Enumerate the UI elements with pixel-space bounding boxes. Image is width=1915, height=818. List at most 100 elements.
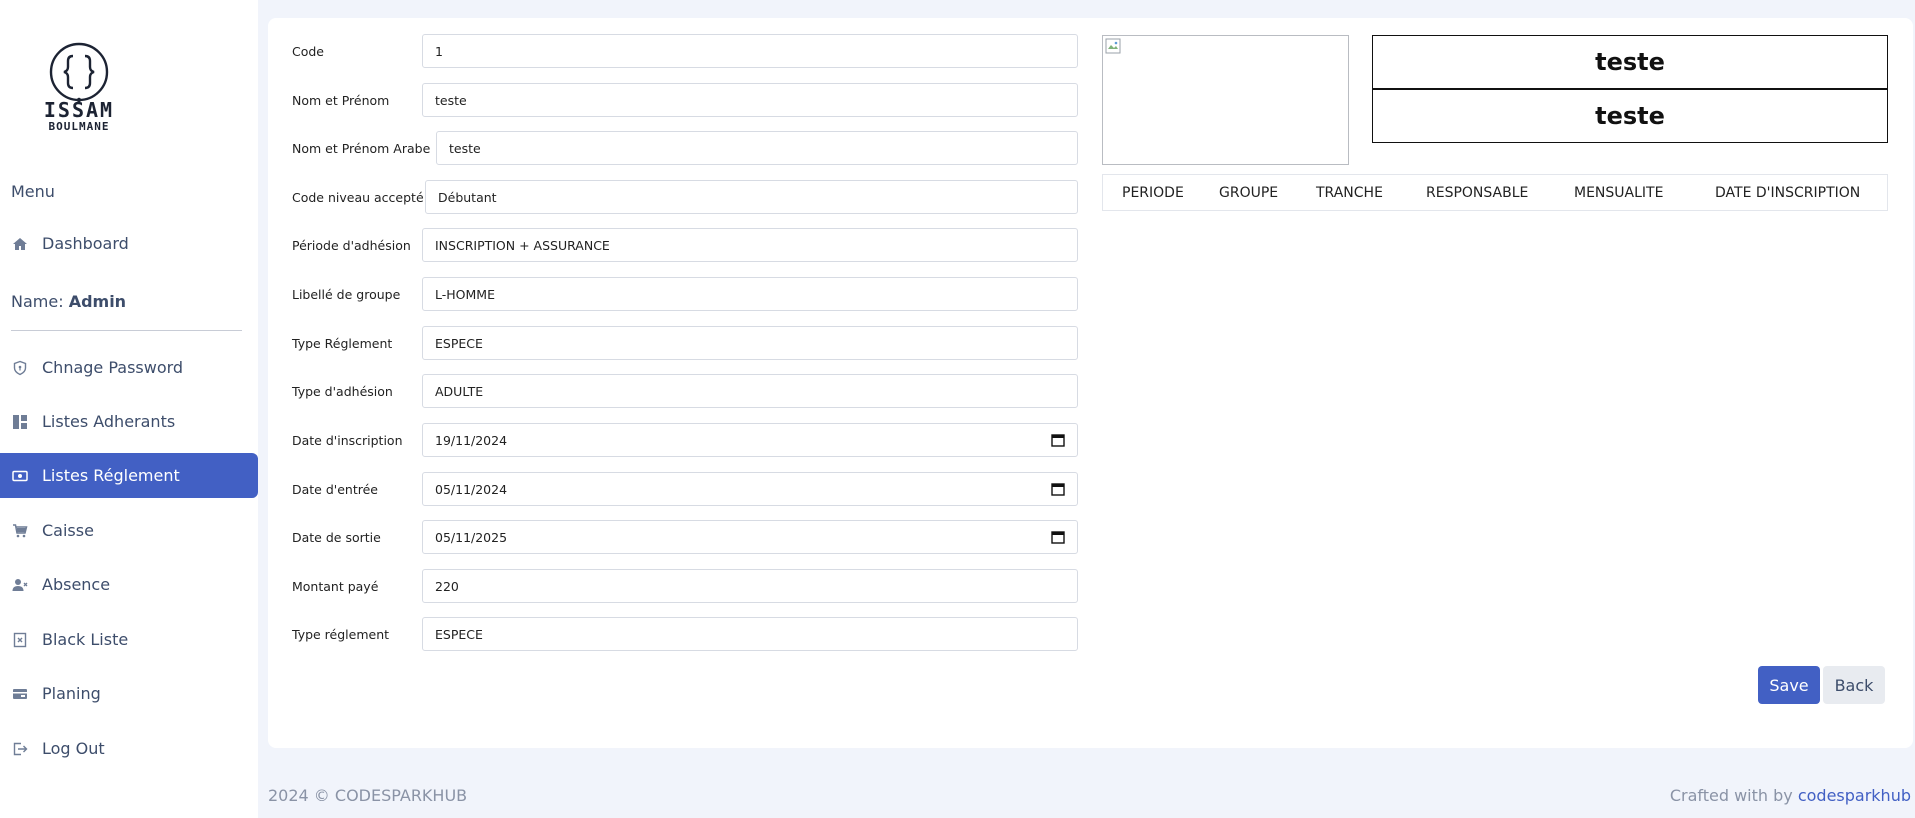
nav-listes-reglement-label: Listes Réglement <box>42 466 180 485</box>
user-x-icon <box>10 575 30 595</box>
form-row-periode: Période d'adhésion INSCRIPTION + ASSURAN… <box>292 228 1078 262</box>
montant-label: Montant payé <box>292 578 379 594</box>
footer-copyright: 2024 © CODESPARKHUB <box>268 786 468 805</box>
nav-caisse[interactable]: Caisse <box>0 508 258 553</box>
nav-caisse-label: Caisse <box>42 521 94 540</box>
calendar-icon[interactable] <box>1051 482 1065 496</box>
nom-arabe-input[interactable]: teste <box>436 131 1078 165</box>
code-input[interactable]: 1 <box>422 34 1078 68</box>
nav-log-out-label: Log Out <box>42 739 105 758</box>
brand-logo[interactable]: ISSAM BOULMANE <box>36 38 122 134</box>
col-responsable: RESPONSABLE <box>1426 184 1529 201</box>
form-row-niveau: Code niveau accepté Débutant <box>292 180 1078 214</box>
member-name-arabic: teste <box>1372 89 1888 143</box>
reglement-card: Code 1 Nom et Prénom teste Nom et Prénom… <box>268 18 1913 748</box>
calendar-icon[interactable] <box>1051 433 1065 447</box>
col-date-inscription: DATE D'INSCRIPTION <box>1715 184 1861 201</box>
type-adhesion-label: Type d'adhésion <box>292 383 393 399</box>
nav-dashboard-label: Dashboard <box>42 234 129 253</box>
col-periode: PERIODE <box>1122 184 1184 201</box>
date-sortie-input[interactable]: 05/11/2025 <box>422 520 1078 554</box>
type-reglement-value: ESPECE <box>435 335 483 351</box>
nav-change-password-label: Chnage Password <box>42 358 184 377</box>
form-row-type-reglement-2: Type réglement ESPECE <box>292 617 1078 651</box>
sidebar-divider <box>11 330 242 331</box>
save-button[interactable]: Save <box>1758 666 1820 704</box>
member-name-latin: teste <box>1372 35 1888 89</box>
form-row-code: Code 1 <box>292 34 1078 68</box>
footer-brand-link[interactable]: codesparkhub <box>1798 786 1911 805</box>
date-entree-label: Date d'entrée <box>292 481 378 497</box>
col-mensualite: MENSUALITE <box>1574 184 1664 201</box>
nav-listes-adherants[interactable]: Listes Adherants <box>0 399 258 444</box>
date-entree-input[interactable]: 05/11/2024 <box>422 472 1078 506</box>
building-x-icon <box>10 630 30 650</box>
money-icon <box>10 466 30 486</box>
form-row-montant: Montant payé 220 <box>292 569 1078 603</box>
niveau-label: Code niveau accepté <box>292 189 424 205</box>
nav-listes-adherants-label: Listes Adherants <box>42 412 176 431</box>
type-reglement-2-value: ESPECE <box>435 626 483 642</box>
col-groupe: GROUPE <box>1219 184 1279 201</box>
groupe-input[interactable]: L-HOMME <box>422 277 1078 311</box>
nav-change-password[interactable]: Chnage Password <box>0 345 258 390</box>
dashboard-icon <box>10 412 30 432</box>
form-row-date-sortie: Date de sortie 05/11/2025 <box>292 520 1078 554</box>
cart-icon <box>10 521 30 541</box>
nav-dashboard[interactable]: Dashboard <box>0 221 258 266</box>
code-value: 1 <box>435 43 443 59</box>
form-row-type-reglement: Type Réglement ESPECE <box>292 326 1078 360</box>
nav-absence[interactable]: Absence <box>0 562 258 607</box>
member-photo <box>1102 35 1349 165</box>
nav-log-out[interactable]: Log Out <box>0 726 258 771</box>
menu-title: Menu <box>11 182 55 201</box>
nav-black-liste-label: Black Liste <box>42 630 129 649</box>
reglement-table-header: PERIODE GROUPE TRANCHE RESPONSABLE MENSU… <box>1102 174 1888 211</box>
form-row-date-entree: Date d'entrée 05/11/2024 <box>292 472 1078 506</box>
nav-planing[interactable]: Planing <box>0 671 258 716</box>
code-label: Code <box>292 43 325 59</box>
date-inscription-input[interactable]: 19/11/2024 <box>422 423 1078 457</box>
logo-text-sub: BOULMANE <box>48 120 110 133</box>
type-adhesion-value: ADULTE <box>435 383 484 399</box>
form-row-nom-arabe: Nom et Prénom Arabe teste <box>292 131 1078 165</box>
footer-credit-prefix: Crafted with by <box>1669 786 1793 805</box>
nom-arabe-value: teste <box>449 140 481 156</box>
nom-label: Nom et Prénom <box>292 92 390 108</box>
montant-value: 220 <box>435 578 459 594</box>
niveau-input[interactable]: Débutant <box>425 180 1078 214</box>
nav-listes-reglement[interactable]: Listes Réglement <box>0 453 258 498</box>
nom-input[interactable]: teste <box>422 83 1078 117</box>
montant-input[interactable]: 220 <box>422 569 1078 603</box>
back-button[interactable]: Back <box>1823 666 1885 704</box>
type-reglement-input[interactable]: ESPECE <box>422 326 1078 360</box>
calendar-icon[interactable] <box>1051 530 1065 544</box>
user-name-value: Admin <box>68 292 127 311</box>
date-inscription-label: Date d'inscription <box>292 432 403 448</box>
logo-text-main: ISSAM <box>43 98 115 122</box>
user-name-label: Name: <box>11 292 64 311</box>
nav-planing-label: Planing <box>42 684 101 703</box>
nom-value: teste <box>435 92 467 108</box>
shield-icon <box>10 358 30 378</box>
type-reglement-2-label: Type réglement <box>292 626 390 642</box>
groupe-value: L-HOMME <box>435 286 495 302</box>
footer-credit: Crafted with by codesparkhub <box>1670 786 1911 805</box>
broken-image-icon <box>1105 38 1121 54</box>
type-reglement-label: Type Réglement <box>292 335 393 351</box>
date-inscription-value: 19/11/2024 <box>435 432 508 448</box>
type-reglement-2-input[interactable]: ESPECE <box>422 617 1078 651</box>
wallet-icon <box>10 684 30 704</box>
logout-icon <box>10 739 30 759</box>
form-row-groupe: Libellé de groupe L-HOMME <box>292 277 1078 311</box>
col-tranche: TRANCHE <box>1316 184 1383 201</box>
periode-value: INSCRIPTION + ASSURANCE <box>435 237 610 253</box>
sidebar: ISSAM BOULMANE Menu Dashboard Name: Admi… <box>0 0 258 818</box>
date-sortie-label: Date de sortie <box>292 529 381 545</box>
type-adhesion-input[interactable]: ADULTE <box>422 374 1078 408</box>
periode-label: Période d'adhésion <box>292 237 411 253</box>
periode-input[interactable]: INSCRIPTION + ASSURANCE <box>422 228 1078 262</box>
nom-arabe-label: Nom et Prénom Arabe <box>292 140 431 156</box>
home-icon <box>10 234 30 254</box>
nav-black-liste[interactable]: Black Liste <box>0 617 258 662</box>
